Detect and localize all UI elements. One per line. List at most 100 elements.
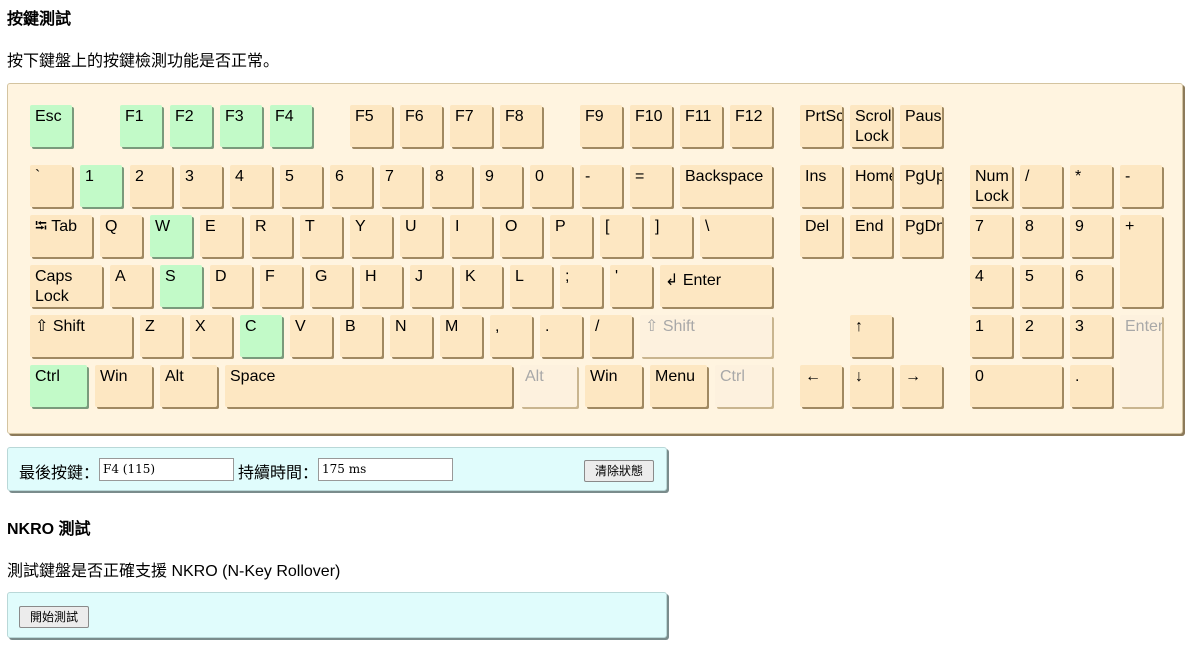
key-f5[interactable]: F5 xyxy=(350,105,392,147)
key-num-0[interactable]: 0 xyxy=(970,365,1062,407)
key-f12[interactable]: F12 xyxy=(730,105,772,147)
key-esc[interactable]: Esc xyxy=(30,105,72,147)
key-f9[interactable]: F9 xyxy=(580,105,622,147)
key-arrow-down[interactable]: ↓ xyxy=(850,365,892,407)
key-alt-left[interactable]: Alt xyxy=(160,365,217,407)
key-digit-0[interactable]: 0 xyxy=(530,165,572,207)
key-numlock[interactable]: Num Lock xyxy=(970,165,1012,207)
key-z[interactable]: Z xyxy=(140,315,182,357)
key-f1[interactable]: F1 xyxy=(120,105,162,147)
key-j[interactable]: J xyxy=(410,265,452,307)
key-enter[interactable]: ↲ Enter xyxy=(660,265,772,307)
key-num-5[interactable]: 5 xyxy=(1020,265,1062,307)
key-a[interactable]: A xyxy=(110,265,152,307)
key-backslash[interactable]: \ xyxy=(700,215,772,257)
key-f7[interactable]: F7 xyxy=(450,105,492,147)
key-space[interactable]: Space xyxy=(225,365,512,407)
key-k[interactable]: K xyxy=(460,265,502,307)
key-digit-9[interactable]: 9 xyxy=(480,165,522,207)
key-comma[interactable]: , xyxy=(490,315,532,357)
key-v[interactable]: V xyxy=(290,315,332,357)
key-d[interactable]: D xyxy=(210,265,252,307)
key-num-minus[interactable]: - xyxy=(1120,165,1162,207)
key-b[interactable]: B xyxy=(340,315,382,357)
key-tab[interactable]: ⭾ Tab xyxy=(30,215,92,257)
key-minus[interactable]: - xyxy=(580,165,622,207)
key-l[interactable]: L xyxy=(510,265,552,307)
key-i[interactable]: I xyxy=(450,215,492,257)
key-scroll-lock[interactable]: Scroll Lock xyxy=(850,105,892,147)
key-ctrl-left[interactable]: Ctrl xyxy=(30,365,87,407)
key-t[interactable]: T xyxy=(300,215,342,257)
key-digit-5[interactable]: 5 xyxy=(280,165,322,207)
last-key-field[interactable]: F4 (115) xyxy=(99,458,234,481)
key-win-left[interactable]: Win xyxy=(95,365,152,407)
key-x[interactable]: X xyxy=(190,315,232,357)
key-num-7[interactable]: 7 xyxy=(970,215,1012,257)
key-num-divide[interactable]: / xyxy=(1020,165,1062,207)
start-test-button[interactable]: 開始測試 xyxy=(19,606,90,628)
key-end[interactable]: End xyxy=(850,215,892,257)
key-digit-2[interactable]: 2 xyxy=(130,165,172,207)
key-f6[interactable]: F6 xyxy=(400,105,442,147)
key-shift-right[interactable]: ⇧ Shift xyxy=(640,315,772,357)
key-menu[interactable]: Menu xyxy=(650,365,707,407)
key-bracket-left[interactable]: [ xyxy=(600,215,642,257)
key-backtick[interactable]: ` xyxy=(30,165,72,207)
duration-field[interactable]: 175 ms xyxy=(318,458,453,481)
key-semicolon[interactable]: ; xyxy=(560,265,602,307)
key-num-8[interactable]: 8 xyxy=(1020,215,1062,257)
key-y[interactable]: Y xyxy=(350,215,392,257)
key-p[interactable]: P xyxy=(550,215,592,257)
key-win-right[interactable]: Win xyxy=(585,365,642,407)
key-num-1[interactable]: 1 xyxy=(970,315,1012,357)
key-caps-lock[interactable]: Caps Lock xyxy=(30,265,102,307)
key-n[interactable]: N xyxy=(390,315,432,357)
key-f2[interactable]: F2 xyxy=(170,105,212,147)
key-g[interactable]: G xyxy=(310,265,352,307)
key-ctrl-right[interactable]: Ctrl xyxy=(715,365,772,407)
key-arrow-up[interactable]: ↑ xyxy=(850,315,892,357)
key-delete[interactable]: Del xyxy=(800,215,842,257)
key-digit-3[interactable]: 3 xyxy=(180,165,222,207)
key-digit-1[interactable]: 1 xyxy=(80,165,122,207)
key-f10[interactable]: F10 xyxy=(630,105,672,147)
key-w[interactable]: W xyxy=(150,215,192,257)
key-num-4[interactable]: 4 xyxy=(970,265,1012,307)
key-digit-4[interactable]: 4 xyxy=(230,165,272,207)
key-o[interactable]: O xyxy=(500,215,542,257)
key-q[interactable]: Q xyxy=(100,215,142,257)
key-pgdn[interactable]: PgDn xyxy=(900,215,942,257)
key-c[interactable]: C xyxy=(240,315,282,357)
key-e[interactable]: E xyxy=(200,215,242,257)
key-slash[interactable]: / xyxy=(590,315,632,357)
key-num-multiply[interactable]: * xyxy=(1070,165,1112,207)
key-home[interactable]: Home xyxy=(850,165,892,207)
key-f4[interactable]: F4 xyxy=(270,105,312,147)
key-num-decimal[interactable]: . xyxy=(1070,365,1112,407)
key-f11[interactable]: F11 xyxy=(680,105,722,147)
key-arrow-left[interactable]: ← xyxy=(800,365,842,407)
key-alt-right[interactable]: Alt xyxy=(520,365,577,407)
key-digit-7[interactable]: 7 xyxy=(380,165,422,207)
key-pgup[interactable]: PgUp xyxy=(900,165,942,207)
key-f8[interactable]: F8 xyxy=(500,105,542,147)
key-quote[interactable]: ' xyxy=(610,265,652,307)
key-num-9[interactable]: 9 xyxy=(1070,215,1112,257)
key-backspace[interactable]: Backspace xyxy=(680,165,772,207)
key-m[interactable]: M xyxy=(440,315,482,357)
clear-status-button[interactable]: 清除狀態 xyxy=(584,460,655,482)
key-num-enter[interactable]: Enter xyxy=(1120,315,1162,407)
key-h[interactable]: H xyxy=(360,265,402,307)
key-f[interactable]: F xyxy=(260,265,302,307)
key-equal[interactable]: = xyxy=(630,165,672,207)
key-arrow-right[interactable]: → xyxy=(900,365,942,407)
key-num-plus[interactable]: + xyxy=(1120,215,1162,307)
key-num-2[interactable]: 2 xyxy=(1020,315,1062,357)
key-shift-left[interactable]: ⇧ Shift xyxy=(30,315,132,357)
key-bracket-right[interactable]: ] xyxy=(650,215,692,257)
key-r[interactable]: R xyxy=(250,215,292,257)
key-num-3[interactable]: 3 xyxy=(1070,315,1112,357)
key-period[interactable]: . xyxy=(540,315,582,357)
key-prtsc[interactable]: PrtSc xyxy=(800,105,842,147)
